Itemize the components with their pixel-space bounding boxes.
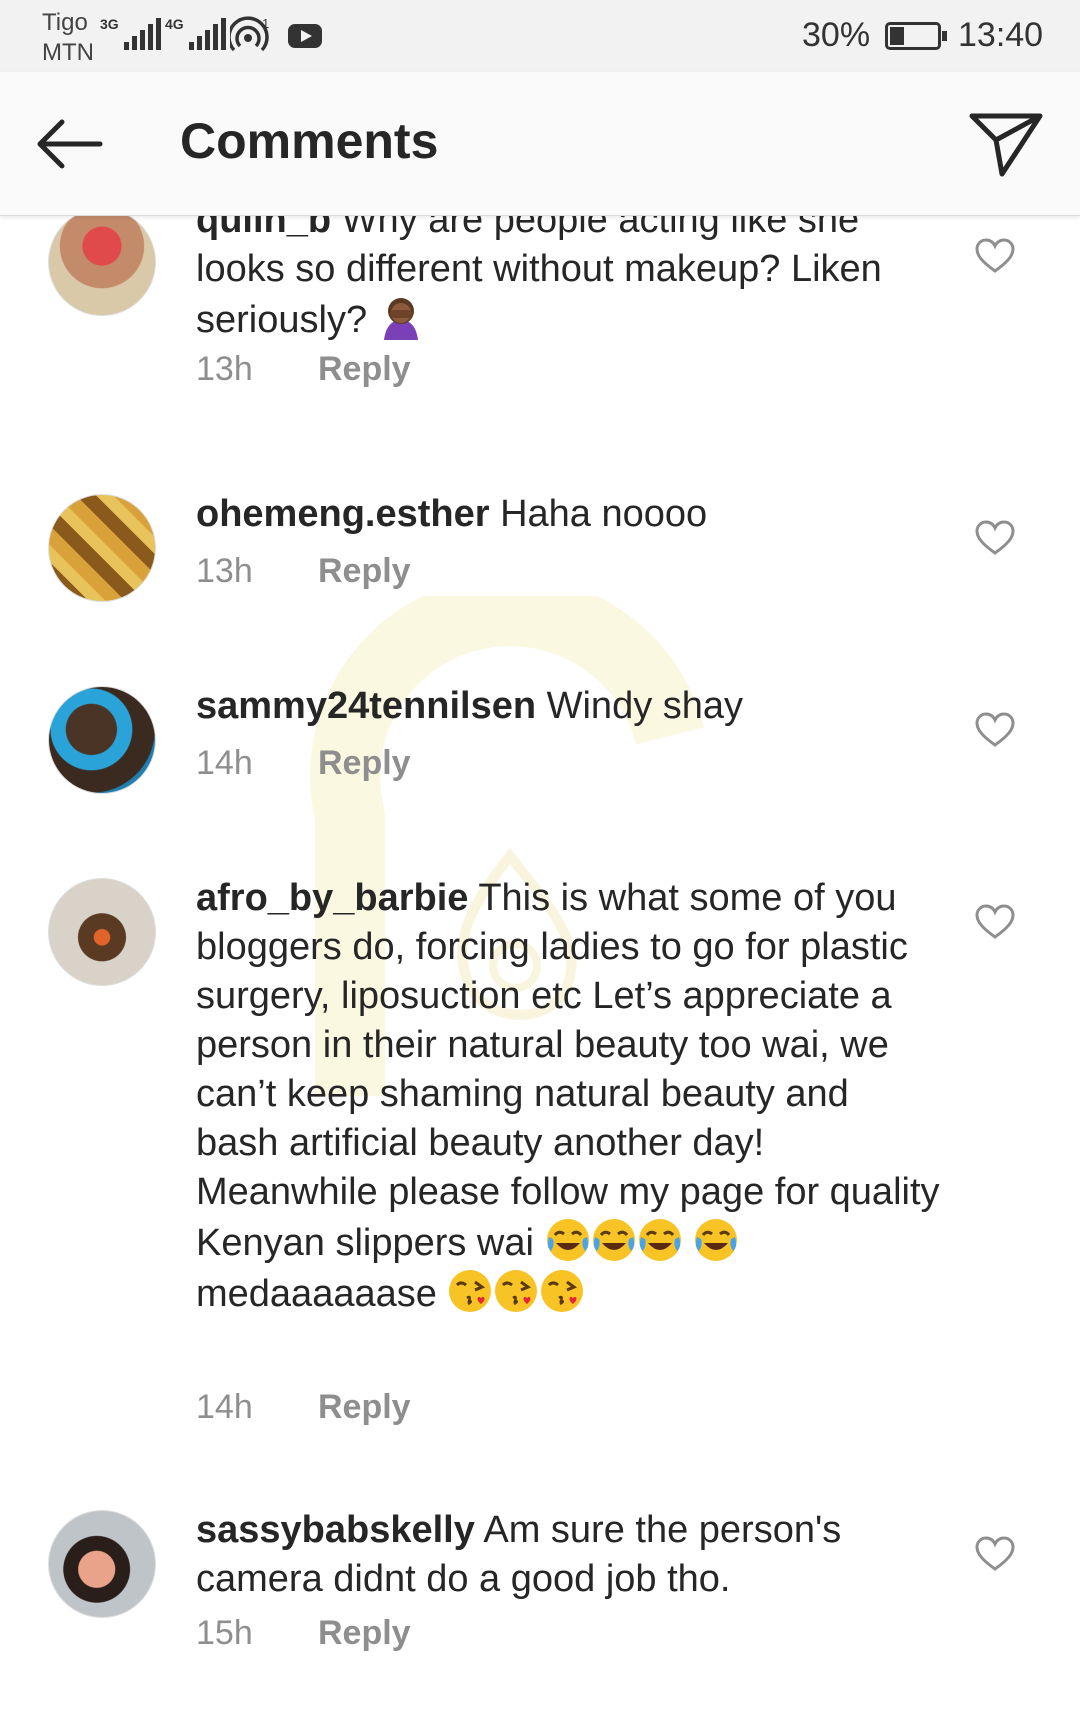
face-with-tears-of-joy-emoji: [695, 1219, 738, 1261]
arrow-left-icon[interactable]: [30, 112, 110, 176]
carrier-labels: Tigo MTN: [42, 8, 94, 68]
comment-time: 15h: [196, 1614, 253, 1652]
heart-icon[interactable]: [975, 1536, 1015, 1572]
paper-plane-icon[interactable]: [968, 108, 1044, 180]
battery-fill: [890, 27, 905, 45]
comment-text-tail: medaaaaaase: [196, 1273, 437, 1315]
comment-meta: 14h Reply: [196, 744, 411, 783]
comments-list[interactable]: quiin_b Why are people acting like she l…: [0, 216, 1080, 1716]
heart-icon[interactable]: [975, 520, 1015, 556]
comment-text: This is what some of you bloggers do, fo…: [196, 877, 940, 1264]
comment-username[interactable]: sammy24tennilsen: [196, 685, 536, 727]
status-time: 13:40: [958, 16, 1044, 54]
avatar[interactable]: [48, 878, 156, 986]
comment-username[interactable]: ohemeng.esther: [196, 493, 490, 535]
comment-time: 14h: [196, 744, 253, 782]
comment-username[interactable]: quiin_b: [196, 216, 331, 241]
face-blowing-kiss-emoji: [495, 1270, 538, 1312]
hotspot-count: 1: [262, 16, 269, 31]
comment-username[interactable]: afro_by_barbie: [196, 877, 468, 919]
carrier-top: Tigo: [42, 9, 88, 36]
comment-body: afro_by_barbie This is what some of you …: [196, 874, 941, 1319]
status-bar: Tigo MTN 3G 4G 1 30% 13:40: [0, 0, 1080, 72]
sim1-network-tag: 3G: [100, 16, 119, 32]
heart-icon[interactable]: [975, 904, 1015, 940]
sim2-signal-icon: 4G: [165, 16, 226, 50]
youtube-notification-icon: [288, 24, 322, 48]
comment-time: 13h: [196, 552, 253, 590]
comments-header: Comments: [0, 72, 1080, 216]
sim2-network-tag: 4G: [165, 16, 184, 32]
carrier-bottom: MTN: [42, 39, 94, 66]
heart-icon[interactable]: [975, 238, 1015, 274]
hotspot-icon: 1: [230, 16, 269, 52]
reply-button[interactable]: Reply: [318, 350, 411, 388]
comment-time: 13h: [196, 350, 253, 388]
woman-facepalming-emoji: [383, 298, 418, 340]
reply-button[interactable]: Reply: [318, 552, 411, 590]
face-with-tears-of-joy-emoji: [592, 1219, 635, 1261]
comment-meta: 13h Reply: [196, 350, 411, 389]
comment-username[interactable]: sassybabskelly: [196, 1509, 475, 1551]
comment-text: Haha noooo: [500, 493, 708, 535]
avatar[interactable]: [48, 686, 156, 794]
face-blowing-kiss-emoji: [449, 1270, 492, 1312]
avatar[interactable]: [48, 216, 156, 316]
page-title: Comments: [180, 113, 439, 169]
avatar[interactable]: [48, 1510, 156, 1618]
battery-percent: 30%: [802, 16, 871, 54]
face-blowing-kiss-emoji: [541, 1270, 584, 1312]
avatar[interactable]: [48, 494, 156, 602]
reply-button[interactable]: Reply: [318, 1388, 411, 1426]
heart-icon[interactable]: [975, 712, 1015, 748]
comment-body: sammy24tennilsen Windy shay: [196, 682, 941, 731]
face-with-tears-of-joy-emoji: [546, 1219, 589, 1261]
comment-meta: 14h Reply: [196, 1388, 411, 1427]
reply-button[interactable]: Reply: [318, 1614, 411, 1652]
reply-button[interactable]: Reply: [318, 744, 411, 782]
comment-body: ohemeng.esther Haha noooo: [196, 490, 941, 539]
comment-body: quiin_b Why are people acting like she l…: [196, 216, 941, 345]
battery-icon: [885, 22, 947, 50]
comment-time: 14h: [196, 1388, 253, 1426]
comment-meta: 15h Reply: [196, 1614, 411, 1653]
sim1-signal-icon: 3G: [100, 16, 161, 50]
face-with-tears-of-joy-emoji: [638, 1219, 681, 1261]
comment-body: sassybabskelly Am sure the person's came…: [196, 1506, 941, 1604]
comment-meta: 13h Reply: [196, 552, 411, 591]
comment-text: Windy shay: [546, 685, 744, 727]
